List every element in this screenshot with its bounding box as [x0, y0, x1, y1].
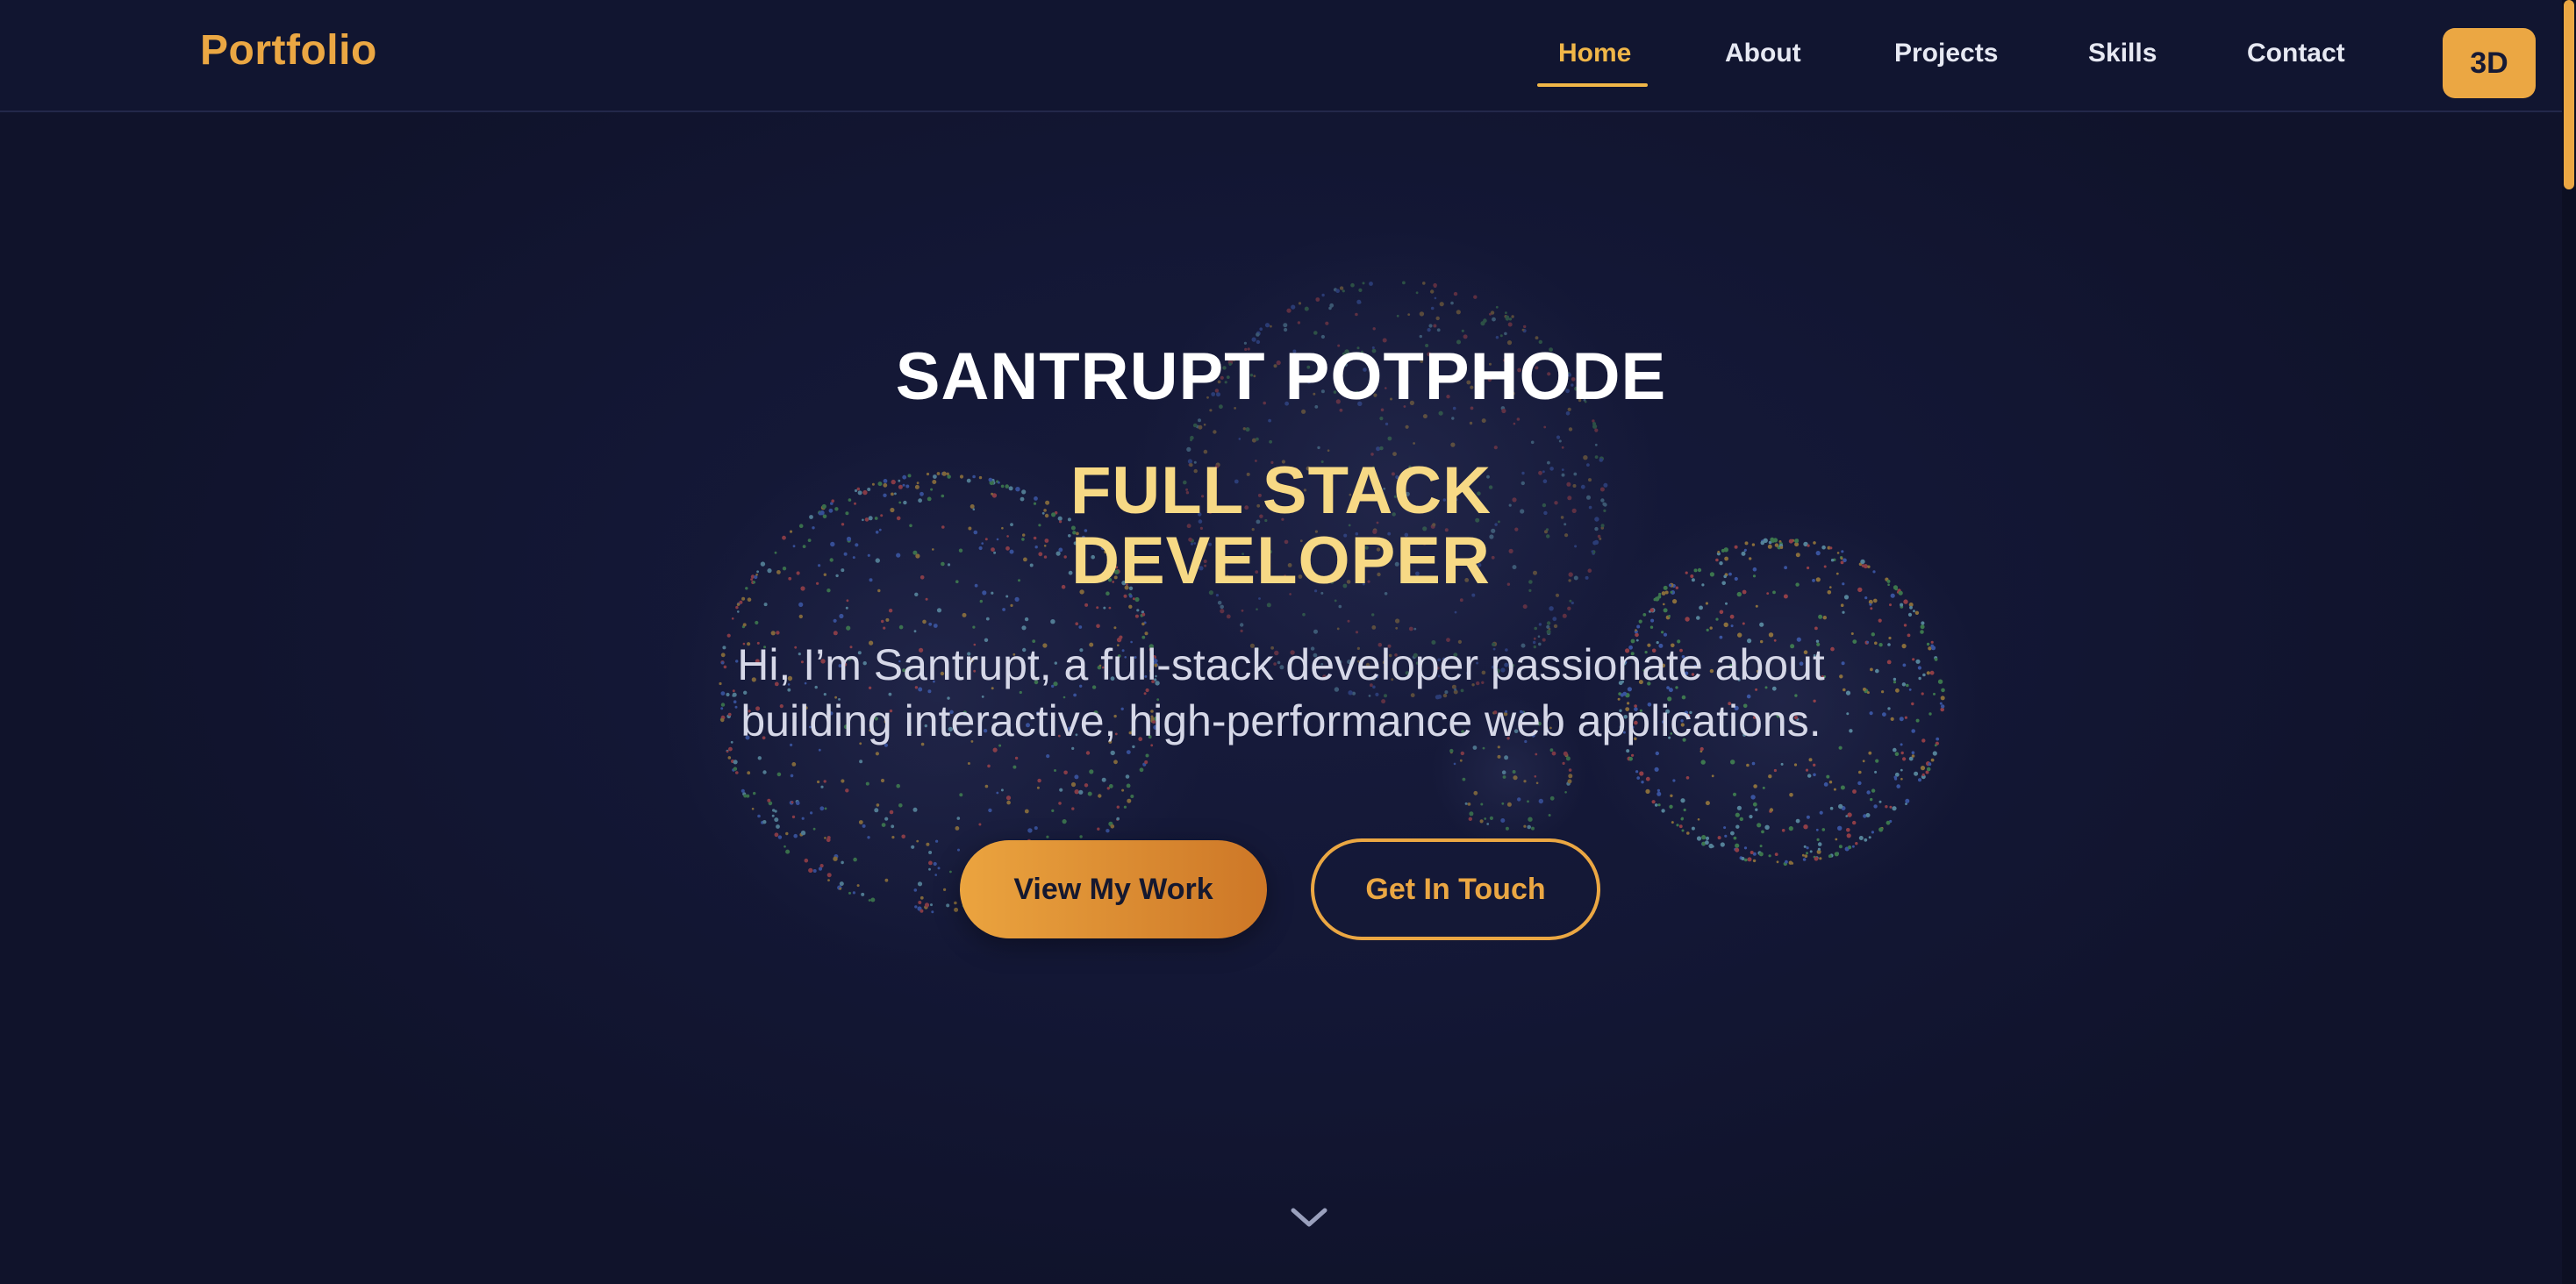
page: Portfolio Home About Projects Skills Con… — [0, 0, 2576, 1284]
scrollbar-track[interactable] — [2562, 0, 2576, 1284]
get-in-touch-button[interactable]: Get In Touch — [1311, 838, 1600, 940]
navbar: Portfolio Home About Projects Skills Con… — [0, 0, 2562, 112]
active-nav-indicator — [1537, 83, 1648, 87]
nav-link-contact[interactable]: Contact — [2247, 39, 2345, 68]
nav-link-about[interactable]: About — [1725, 39, 1801, 68]
view-my-work-button[interactable]: View My Work — [960, 840, 1267, 938]
hero-name: SANTRUPT POTPHODE — [895, 339, 1667, 414]
chevron-down-icon[interactable] — [1288, 1203, 1330, 1231]
nav-link-home[interactable]: Home — [1558, 39, 1631, 68]
nav-link-skills[interactable]: Skills — [2088, 39, 2157, 68]
hero-role-line1: FULL STACK — [1070, 453, 1492, 528]
3d-toggle-button[interactable]: 3D — [2443, 28, 2536, 98]
hero-intro: Hi, I’m Santrupt, a full-stack developer… — [737, 640, 1825, 745]
nav-links: Home About Projects Skills Contact — [0, 39, 2562, 91]
hero-role: FULL STACK DEVELOPER — [0, 456, 2562, 596]
scrollbar-thumb[interactable] — [2564, 0, 2574, 189]
hero-role-line2: DEVELOPER — [1071, 524, 1491, 598]
nav-link-projects[interactable]: Projects — [1894, 39, 1998, 68]
